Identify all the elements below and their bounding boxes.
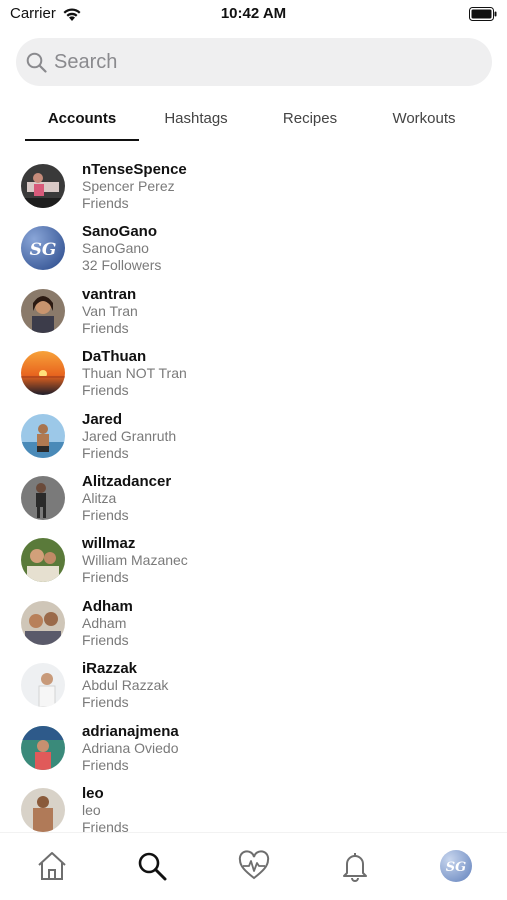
list-item[interactable]: Adham Adham Friends: [0, 593, 507, 655]
account-username: Jared: [82, 410, 123, 428]
account-username: DaThuan: [82, 348, 147, 366]
battery-icon: [469, 7, 497, 21]
tab-recipes[interactable]: Recipes: [253, 103, 367, 141]
account-relation: Friends: [82, 195, 129, 211]
tab-label: Workouts: [392, 110, 456, 127]
profile-tab[interactable]: SG: [439, 849, 473, 883]
account-name: Alitza: [82, 489, 117, 506]
account-relation: Friends: [82, 694, 129, 711]
search-bar[interactable]: [16, 38, 492, 86]
list-item[interactable]: iRazzak Abdul Razzak Friends: [0, 655, 507, 717]
account-username: SanoGano: [82, 223, 158, 241]
home-tab[interactable]: [35, 849, 69, 883]
account-relation: Friends: [82, 319, 129, 336]
svg-text:SG: SG: [30, 240, 57, 260]
svg-text:SG: SG: [446, 860, 467, 875]
search-icon: [26, 52, 47, 73]
account-name: Spencer Perez: [82, 178, 175, 194]
account-username: nTenseSpence: [82, 161, 187, 178]
account-list: nTenseSpence Spencer Perez Friends SG Sa…: [0, 156, 507, 842]
avatar: [21, 725, 65, 770]
account-relation: Friends: [82, 444, 129, 461]
account-relation: Friends: [82, 506, 129, 523]
list-item[interactable]: adrianajmena Adriana Oviedo Friends: [0, 718, 507, 780]
home-icon: [38, 852, 66, 880]
account-relation: Friends: [82, 569, 129, 586]
bell-icon: [343, 853, 367, 882]
account-name: Abdul Razzak: [82, 677, 169, 694]
account-name: Adriana Oviedo: [82, 739, 179, 756]
avatar: [21, 351, 65, 396]
profile-avatar: SG: [440, 850, 472, 882]
clock: 10:42 AM: [220, 5, 287, 22]
account-username: vantran: [82, 285, 137, 303]
search-tab[interactable]: [135, 849, 169, 883]
account-name: SanoGano: [82, 240, 149, 257]
account-name: leo: [82, 801, 101, 818]
account-username: adrianajmena: [82, 722, 179, 740]
search-icon: [138, 852, 167, 881]
tab-accounts[interactable]: Accounts: [25, 103, 139, 141]
status-bar: Carrier 10:42 AM: [0, 0, 507, 30]
tab-hashtags[interactable]: Hashtags: [139, 103, 253, 141]
account-name: Van Tran: [82, 302, 138, 319]
account-username: Adham: [82, 597, 133, 615]
account-relation: Friends: [82, 382, 129, 399]
avatar: SG: [21, 226, 65, 271]
account-username: iRazzak: [82, 660, 138, 678]
activity-tab[interactable]: [237, 849, 271, 883]
avatar: [21, 600, 65, 645]
account-relation: Friends: [82, 756, 129, 773]
tab-workouts[interactable]: Workouts: [367, 103, 481, 141]
avatar: [21, 787, 65, 832]
active-tab-indicator: [25, 139, 139, 141]
bottom-tab-bar: SG: [0, 832, 507, 900]
account-relation: 32 Followers: [82, 257, 162, 274]
avatar: [21, 538, 65, 583]
heartbeat-icon: [238, 850, 270, 880]
list-item[interactable]: SG SanoGano SanoGano 32 Followers: [0, 218, 507, 280]
account-name: William Mazanec: [82, 552, 188, 569]
list-item[interactable]: vantran Van Tran Friends: [0, 281, 507, 343]
list-item[interactable]: Alitzadancer Alitza Friends: [0, 468, 507, 530]
account-name: Thuan NOT Tran: [82, 365, 187, 382]
account-username: willmaz: [82, 535, 136, 553]
notifications-tab[interactable]: [338, 849, 372, 883]
list-item[interactable]: DaThuan Thuan NOT Tran Friends: [0, 343, 507, 405]
account-name: Jared Granruth: [82, 427, 177, 444]
list-item[interactable]: nTenseSpence Spencer Perez Friends: [0, 156, 507, 218]
list-item[interactable]: willmaz William Mazanec Friends: [0, 530, 507, 592]
tab-label: Recipes: [282, 110, 338, 127]
tab-label: Hashtags: [164, 110, 228, 127]
account-username: Alitzadancer: [82, 472, 172, 490]
account-username: leo: [82, 784, 104, 802]
avatar: [21, 663, 65, 708]
segmented-tabs: Accounts Hashtags Recipes Workouts: [25, 103, 483, 141]
avatar: [21, 164, 65, 208]
list-item[interactable]: Jared Jared Granruth Friends: [0, 406, 507, 468]
avatar: [21, 288, 65, 333]
account-name: Adham: [82, 614, 127, 631]
avatar: [21, 475, 65, 520]
search-input[interactable]: [54, 38, 474, 86]
tab-label: Accounts: [47, 110, 117, 127]
account-relation: Friends: [82, 631, 129, 648]
avatar: [21, 413, 65, 458]
